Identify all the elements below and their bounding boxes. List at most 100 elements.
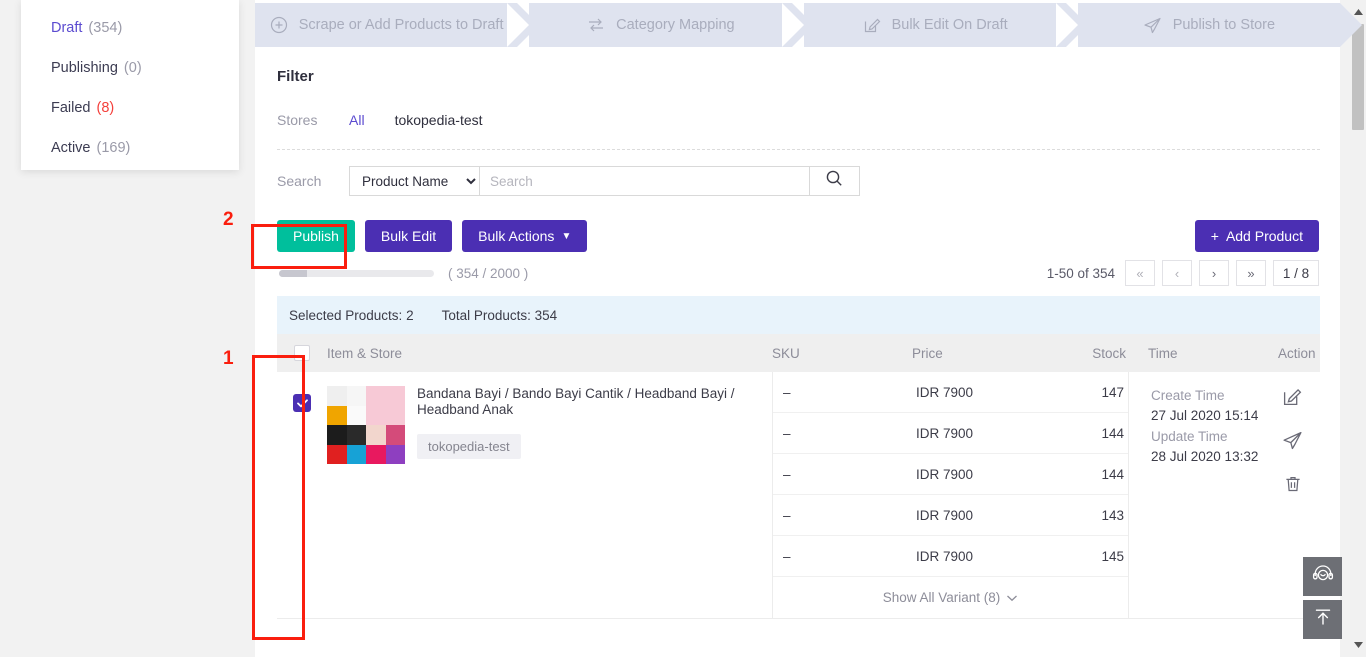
step-category-mapping[interactable]: Category Mapping [507, 3, 814, 47]
search-button[interactable] [809, 166, 860, 196]
variant-stock: 144 [1101, 425, 1124, 441]
annotation-number-1: 1 [223, 348, 234, 369]
plus-icon: + [1210, 228, 1219, 244]
variant-sku: – [783, 548, 791, 564]
sidebar-item-count: (354) [88, 20, 123, 36]
search-field-select[interactable]: Product Name [349, 166, 479, 196]
paper-plane-icon [1143, 15, 1163, 35]
row-select-checkbox[interactable] [293, 394, 311, 412]
chevron-down-icon [1006, 590, 1018, 605]
row-time-cell: Create Time 27 Jul 2020 15:14 Update Tim… [1129, 372, 1272, 618]
delete-trash-icon[interactable] [1283, 474, 1303, 499]
step-label: Bulk Edit On Draft [891, 17, 1008, 33]
variant-stock: 143 [1101, 507, 1124, 523]
header-stock: Stock [1092, 345, 1126, 361]
sidebar-item-label: Publishing [51, 60, 118, 76]
search-input[interactable] [479, 166, 809, 196]
pagination-page-indicator: 1 / 8 [1273, 260, 1319, 286]
bulk-edit-button[interactable]: Bulk Edit [364, 220, 453, 252]
step-label: Publish to Store [1172, 17, 1276, 33]
main-content: Scrape or Add Products to Draft Category… [255, 0, 1363, 657]
product-thumbnail[interactable] [327, 386, 405, 464]
filter-divider [277, 149, 1320, 150]
swap-arrows-icon [586, 15, 606, 35]
action-toolbar: Publish Bulk Edit Bulk Actions ▼ + Add P… [255, 198, 1340, 252]
browser-scrollbar[interactable] [1350, 0, 1366, 657]
pagination: 1-50 of 354 « ‹ › » 1 / 8 [1047, 260, 1319, 286]
variant-sku: – [783, 466, 791, 482]
selected-products-count: Selected Products: 2 [289, 307, 414, 323]
variant-row: – IDR 7900 145 [773, 536, 1128, 577]
search-group: Product Name [349, 166, 860, 196]
selection-summary-bar: Selected Products: 2 Total Products: 354 [277, 296, 1320, 334]
sidebar-item-publishing[interactable]: Publishing (0) [21, 48, 239, 88]
stores-label: Stores [277, 112, 318, 128]
support-chat-button[interactable] [1303, 557, 1342, 596]
sidebar-item-count: (169) [96, 140, 131, 156]
variant-price: IDR 7900 [916, 425, 974, 441]
add-product-button[interactable]: + Add Product [1194, 220, 1319, 252]
show-all-variant-toggle[interactable]: Show All Variant (8) [773, 577, 1128, 618]
select-all-cell [277, 345, 327, 361]
variant-stock: 145 [1101, 548, 1124, 564]
step-scrape-or-add-products[interactable]: Scrape or Add Products to Draft [255, 3, 540, 47]
product-store-badge: tokopedia-test [417, 434, 521, 460]
store-option-tokopedia-test[interactable]: tokopedia-test [395, 112, 483, 128]
create-time-label: Create Time [1151, 388, 1225, 403]
variant-sku: – [783, 384, 791, 400]
pagination-last-button[interactable]: » [1236, 260, 1266, 286]
sidebar-item-label: Failed [51, 100, 91, 116]
publish-button[interactable]: Publish [277, 220, 355, 252]
variant-price: IDR 7900 [916, 548, 974, 564]
update-time-label: Update Time [1151, 428, 1228, 444]
pagination-next-button[interactable]: › [1199, 260, 1229, 286]
annotation-number-2: 2 [223, 209, 234, 230]
pagination-range: 1-50 of 354 [1046, 265, 1115, 281]
header-action: Action [1278, 345, 1316, 361]
sidebar-item-count: (0) [123, 60, 142, 76]
variant-price: IDR 7900 [916, 384, 974, 400]
edit-square-icon [862, 15, 882, 35]
scroll-to-top-button[interactable] [1303, 600, 1342, 639]
edit-icon[interactable] [1282, 386, 1303, 412]
quota-pagination-row: ( 354 / 2000 ) 1-50 of 354 « ‹ › » 1 / 8 [255, 252, 1340, 286]
scroll-to-top-icon [1312, 606, 1334, 633]
variant-stock: 147 [1101, 384, 1124, 400]
sidebar-item-active[interactable]: Active (169) [21, 128, 239, 168]
select-all-checkbox[interactable] [294, 345, 310, 361]
variant-sku: – [783, 507, 791, 523]
products-table: Item & Store SKU Price Stock Time Action [277, 334, 1320, 619]
header-price: Price [912, 345, 943, 361]
variant-row: – IDR 7900 143 [773, 495, 1128, 536]
workflow-stepper: Scrape or Add Products to Draft Category… [255, 0, 1363, 50]
publish-send-icon[interactable] [1282, 430, 1303, 456]
create-time-value: 27 Jul 2020 15:14 [1151, 408, 1259, 424]
app-page: Draft (354) Publishing (0) Failed (8) Ac… [0, 0, 1366, 657]
pagination-prev-button[interactable]: ‹ [1162, 260, 1192, 286]
step-bulk-edit-on-draft[interactable]: Bulk Edit On Draft [781, 3, 1089, 47]
header-sku: SKU [772, 345, 800, 361]
header-time: Time [1148, 345, 1178, 361]
total-products-count: Total Products: 354 [441, 307, 558, 323]
step-publish-to-store[interactable]: Publish to Store [1055, 3, 1363, 47]
scrollbar-down-arrow[interactable] [1350, 637, 1366, 653]
plus-circle-icon [269, 15, 289, 35]
add-product-label: Add Product [1225, 228, 1303, 244]
quota-progress-bar [279, 270, 434, 277]
variant-row: – IDR 7900 144 [773, 454, 1128, 495]
search-label: Search [277, 173, 322, 189]
status-filter-dropdown: Draft (354) Publishing (0) Failed (8) Ac… [21, 0, 239, 170]
header-item-store: Item & Store [327, 345, 403, 361]
quota-text: ( 354 / 2000 ) [448, 266, 529, 281]
pagination-first-button[interactable]: « [1125, 260, 1155, 286]
row-item-cell: Bandana Bayi / Bando Bayi Cantik / Headb… [277, 372, 772, 618]
search-filter-row: Search Product Name [277, 164, 1320, 198]
search-icon [825, 169, 844, 193]
variant-row: – IDR 7900 144 [773, 413, 1128, 454]
stores-filter-row: Stores All tokopedia-test [277, 103, 1320, 137]
search-field-select-wrap: Product Name [349, 166, 479, 196]
sidebar-item-draft[interactable]: Draft (354) [21, 8, 239, 48]
store-option-all[interactable]: All [349, 112, 365, 128]
bulk-actions-button[interactable]: Bulk Actions ▼ [462, 220, 588, 252]
sidebar-item-failed[interactable]: Failed (8) [21, 88, 239, 128]
